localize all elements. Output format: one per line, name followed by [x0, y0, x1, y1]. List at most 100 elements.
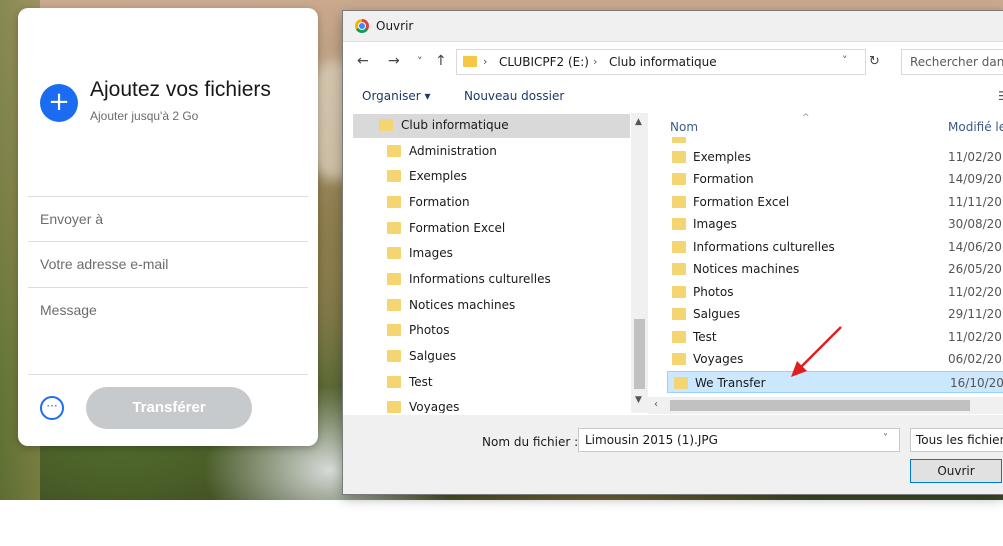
list-item-selected[interactable]: We Transfer 16/10/201 [667, 371, 1003, 393]
tree-item-label: Formation Excel [409, 221, 506, 235]
folder-icon [672, 173, 686, 185]
dialog-title: Ouvrir [376, 19, 414, 33]
tree-item-label: Administration [409, 144, 497, 158]
new-folder-button[interactable]: Nouveau dossier [464, 89, 564, 103]
tree-item-label: Notices machines [409, 298, 516, 312]
add-files-button[interactable]: + [40, 84, 78, 122]
column-header-name[interactable]: Nom [670, 120, 698, 134]
address-box[interactable]: › CLUBICPF2 (E:) › Club informatique ˅ [456, 49, 866, 75]
file-date: 14/09/201 [948, 172, 1003, 186]
chevron-down-icon[interactable]: ˅ [883, 433, 888, 444]
folder-icon [672, 137, 686, 143]
column-header-modified[interactable]: Modifié le [948, 120, 1003, 134]
list-item[interactable]: Salgues 29/11/201 [666, 303, 1003, 325]
list-horizontal-scrollbar[interactable]: ‹ [648, 397, 1003, 414]
folder-icon [387, 376, 401, 388]
file-name: We Transfer [695, 376, 766, 390]
file-type-select[interactable]: Tous les fichiers [910, 428, 1003, 452]
recent-locations-icon[interactable]: ˅ [417, 55, 423, 68]
list-item[interactable]: Test 11/02/201 [666, 326, 1003, 348]
dialog-footer: Nom du fichier : Limousin 2015 (1).JPG ˅… [343, 415, 1003, 494]
file-date: 30/08/201 [948, 217, 1003, 231]
folder-icon [387, 324, 401, 336]
folder-icon [672, 308, 686, 320]
sort-ascending-icon: ^ [802, 113, 810, 123]
message-field[interactable]: Message [28, 287, 308, 375]
refresh-icon[interactable]: ↻ [869, 54, 880, 69]
open-file-dialog: Ouvrir ← → ˅ ↑ › CLUBICPF2 (E:) › Club i… [343, 11, 1003, 494]
dialog-titlebar: Ouvrir [343, 11, 1003, 42]
tree-item-label: Images [409, 246, 453, 260]
folder-icon [672, 218, 686, 230]
list-item[interactable]: Notices machines 26/05/201 [666, 258, 1003, 280]
transfer-button[interactable]: Transférer [86, 387, 252, 429]
folder-icon [387, 247, 401, 259]
wetransfer-upload-panel: + Ajoutez vos fichiers Ajouter jusqu'à 2… [18, 8, 318, 446]
tree-item-label: Salgues [409, 349, 457, 363]
tree-item-label: Photos [409, 323, 450, 337]
view-options-icon[interactable]: ☰ [998, 89, 1003, 103]
file-name: Images [693, 217, 737, 231]
folder-icon [672, 196, 686, 208]
forward-arrow-icon[interactable]: → [388, 53, 400, 69]
file-date: 14/06/201 [948, 240, 1003, 254]
list-item-partial [666, 137, 1003, 145]
scroll-up-icon[interactable]: ▲ [635, 117, 642, 127]
file-name: Informations culturelles [693, 240, 835, 254]
folder-icon [672, 151, 686, 163]
add-files-title[interactable]: Ajoutez vos fichiers [90, 78, 271, 102]
dialog-toolbar: Organiser ▾ Nouveau dossier ☰ [343, 86, 1003, 110]
chevron-right-icon: › [483, 55, 488, 68]
scroll-left-icon[interactable]: ‹ [654, 399, 658, 410]
send-to-field[interactable]: Envoyer à [28, 196, 308, 241]
chevron-right-icon: › [593, 55, 598, 68]
folder-icon [387, 401, 401, 413]
file-name: Test [693, 330, 717, 344]
folder-icon [387, 222, 401, 234]
file-name: Photos [693, 285, 734, 299]
file-date: 29/11/201 [948, 307, 1003, 321]
list-item[interactable]: Informations culturelles 14/06/201 [666, 236, 1003, 258]
search-input[interactable]: Rechercher dans [901, 49, 1003, 75]
folder-icon [379, 119, 393, 131]
folder-icon [387, 170, 401, 182]
file-date: 06/02/201 [948, 352, 1003, 366]
list-item[interactable]: Exemples 11/02/201 [666, 146, 1003, 168]
breadcrumb-drive[interactable]: CLUBICPF2 (E:) [499, 55, 589, 69]
tree-item-label: Test [409, 375, 433, 389]
list-item[interactable]: Photos 11/02/201 [666, 281, 1003, 303]
folder-icon [387, 350, 401, 362]
list-item[interactable]: Formation Excel 11/11/201 [666, 191, 1003, 213]
scroll-down-icon[interactable]: ▼ [635, 395, 642, 405]
file-list: ^ Nom Modifié le Exemples 11/02/201 Forma… [648, 113, 1003, 413]
tree-item-label: Club informatique [401, 118, 509, 132]
file-name: Voyages [693, 352, 744, 366]
back-arrow-icon[interactable]: ← [357, 53, 369, 69]
breadcrumb-folder[interactable]: Club informatique [609, 55, 717, 69]
file-name: Formation Excel [693, 195, 790, 209]
folder-icon [672, 241, 686, 253]
up-arrow-icon[interactable]: ↑ [435, 53, 447, 69]
tree-item-label: Exemples [409, 169, 467, 183]
open-button[interactable]: Ouvrir [910, 459, 1002, 483]
organize-menu[interactable]: Organiser ▾ [362, 89, 430, 103]
folder-icon [387, 196, 401, 208]
file-date: 11/02/201 [948, 150, 1003, 164]
file-name: Formation [693, 172, 754, 186]
filename-input[interactable]: Limousin 2015 (1).JPG ˅ [578, 428, 900, 452]
list-item[interactable]: Voyages 06/02/201 [666, 348, 1003, 370]
chevron-down-icon[interactable]: ˅ [842, 54, 848, 67]
address-bar-row: ← → ˅ ↑ › CLUBICPF2 (E:) › Club informat… [343, 47, 1003, 77]
folder-icon [674, 377, 688, 389]
more-options-icon[interactable]: ··· [40, 396, 64, 420]
file-date: 11/11/201 [948, 195, 1003, 209]
tree-scrollbar[interactable]: ▲ ▼ [631, 113, 648, 413]
list-item[interactable]: Formation 14/09/201 [666, 168, 1003, 190]
tree-item-label: Informations culturelles [409, 272, 551, 286]
scrollbar-thumb[interactable] [634, 319, 645, 389]
email-field[interactable]: Votre adresse e-mail [28, 241, 308, 286]
folder-icon [672, 263, 686, 275]
file-name: Notices machines [693, 262, 800, 276]
list-item[interactable]: Images 30/08/201 [666, 213, 1003, 235]
scrollbar-thumb[interactable] [670, 400, 970, 411]
